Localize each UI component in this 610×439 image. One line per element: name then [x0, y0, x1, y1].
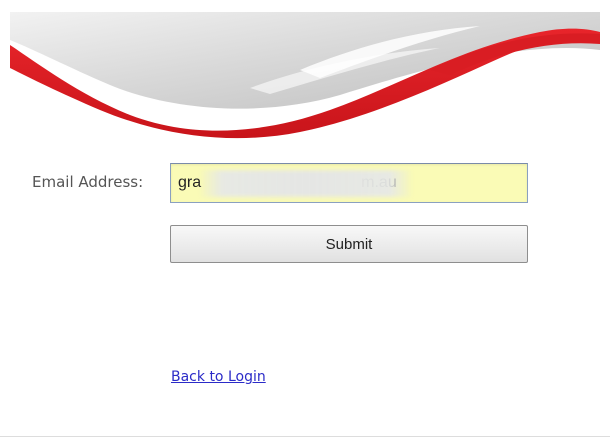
email-input[interactable]	[170, 163, 528, 203]
forgot-password-page: Email Address: Submit Back to Login	[0, 0, 610, 439]
footer-divider	[0, 436, 610, 437]
email-label: Email Address:	[32, 173, 144, 191]
back-to-login-link[interactable]: Back to Login	[171, 369, 266, 385]
email-row: Email Address:	[0, 163, 610, 203]
header-banner-graphic	[10, 12, 600, 139]
submit-button[interactable]: Submit	[170, 225, 528, 263]
